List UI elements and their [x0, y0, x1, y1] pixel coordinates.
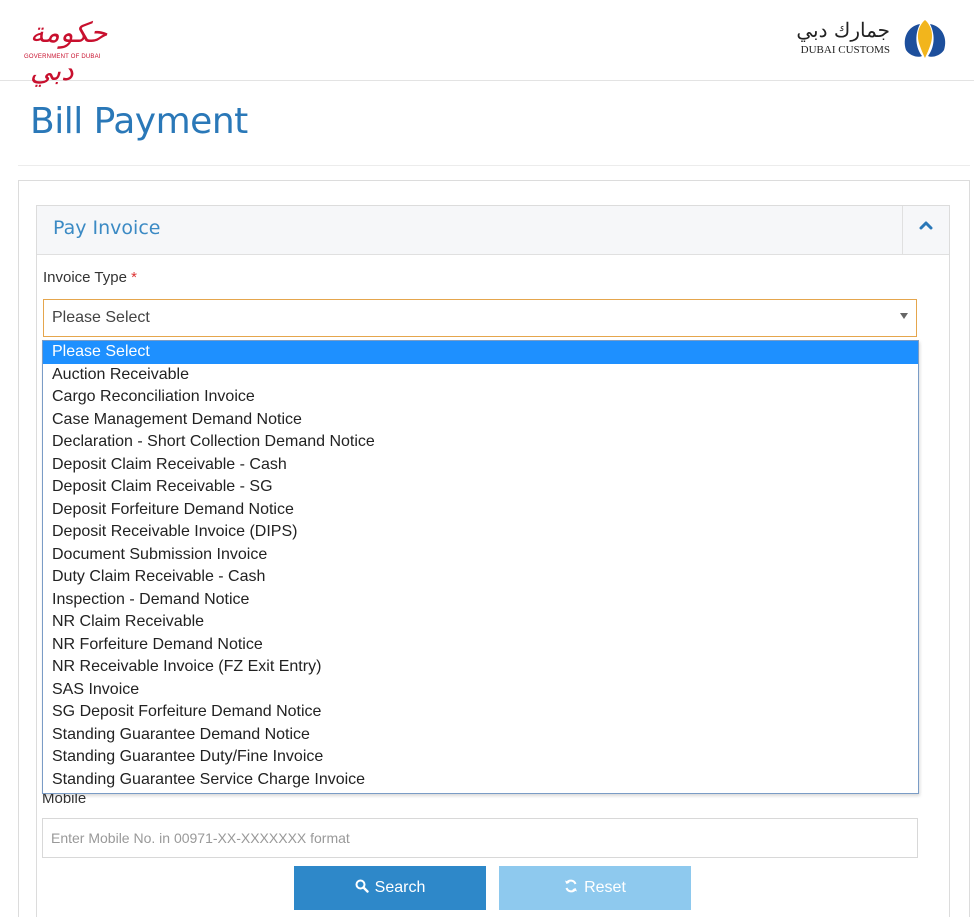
dropdown-option[interactable]: Deposit Claim Receivable - Cash — [43, 454, 918, 477]
dropdown-option[interactable]: Standing Guarantee Service Charge Invoic… — [43, 769, 918, 792]
chevron-up-icon — [919, 221, 933, 230]
dropdown-option[interactable]: Duty Claim Receivable - Cash — [43, 566, 918, 589]
dropdown-option[interactable]: Please Select — [43, 341, 918, 364]
reset-button-label: Reset — [584, 879, 626, 896]
dubai-customs-logo[interactable]: جمارك دبي DUBAI CUSTOMS — [770, 14, 950, 66]
invoice-type-dropdown-list[interactable]: Please Select Auction Receivable Cargo R… — [42, 340, 919, 794]
dropdown-option[interactable]: Declaration - Short Collection Demand No… — [43, 431, 918, 454]
panel-title: Pay Invoice — [53, 217, 161, 239]
invoice-type-label: Invoice Type * — [43, 269, 137, 286]
refresh-icon — [565, 879, 578, 893]
gov-logo-arabic-text: حكومة دبي — [30, 16, 108, 87]
search-button-label: Search — [374, 879, 426, 896]
mobile-placeholder: Enter Mobile No. in 00971-XX-XXXXXXX for… — [51, 830, 350, 846]
invoice-type-label-text: Invoice Type — [43, 269, 127, 286]
collapse-panel-button[interactable] — [902, 206, 949, 254]
dropdown-arrow-icon — [900, 313, 908, 319]
invoice-type-selected-value: Please Select — [52, 309, 150, 326]
dropdown-option[interactable]: Cargo Reconciliation Invoice — [43, 386, 918, 409]
dropdown-option[interactable]: Document Submission Invoice — [43, 544, 918, 567]
dropdown-option[interactable]: Standing Guarantee Duty/Fine Invoice — [43, 746, 918, 769]
required-marker: * — [131, 269, 137, 286]
gov-logo-english-text: GOVERNMENT OF DUBAI — [24, 54, 101, 60]
dropdown-option[interactable]: NR Claim Receivable — [43, 611, 918, 634]
title-bar: Bill Payment — [18, 81, 970, 166]
dropdown-option[interactable]: NR Receivable Invoice (FZ Exit Entry) — [43, 656, 918, 679]
dropdown-option[interactable]: NR Forfeiture Demand Notice — [43, 634, 918, 657]
government-of-dubai-logo[interactable]: حكومة دبي GOVERNMENT OF DUBAI — [24, 14, 144, 87]
invoice-type-select[interactable]: Please Select — [43, 299, 917, 337]
page-title: Bill Payment — [30, 101, 248, 142]
search-button[interactable]: Search — [294, 866, 486, 910]
dropdown-option[interactable]: Deposit Receivable Invoice (DIPS) — [43, 521, 918, 544]
panel-header[interactable]: Pay Invoice — [37, 206, 949, 255]
customs-logo-english-text: DUBAI CUSTOMS — [800, 44, 890, 56]
dropdown-option[interactable]: Standing Guarantee Demand Notice — [43, 724, 918, 747]
site-header: حكومة دبي GOVERNMENT OF DUBAI جمارك دبي … — [0, 0, 974, 87]
dropdown-option[interactable]: SG Deposit Forfeiture Demand Notice — [43, 701, 918, 724]
customs-logo-arabic-text: جمارك دبي — [796, 18, 890, 42]
dropdown-option[interactable]: SAS Invoice — [43, 679, 918, 702]
reset-button[interactable]: Reset — [499, 866, 691, 910]
dropdown-option[interactable]: Case Management Demand Notice — [43, 409, 918, 432]
search-icon — [355, 879, 369, 893]
mobile-input[interactable]: Enter Mobile No. in 00971-XX-XXXXXXX for… — [42, 818, 918, 858]
dropdown-option[interactable]: Inspection - Demand Notice — [43, 589, 918, 612]
dropdown-option[interactable]: Auction Receivable — [43, 364, 918, 387]
dropdown-option[interactable]: Deposit Forfeiture Demand Notice — [43, 499, 918, 522]
customs-emblem-icon — [904, 20, 946, 58]
dropdown-option[interactable]: Deposit Claim Receivable - SG — [43, 476, 918, 499]
